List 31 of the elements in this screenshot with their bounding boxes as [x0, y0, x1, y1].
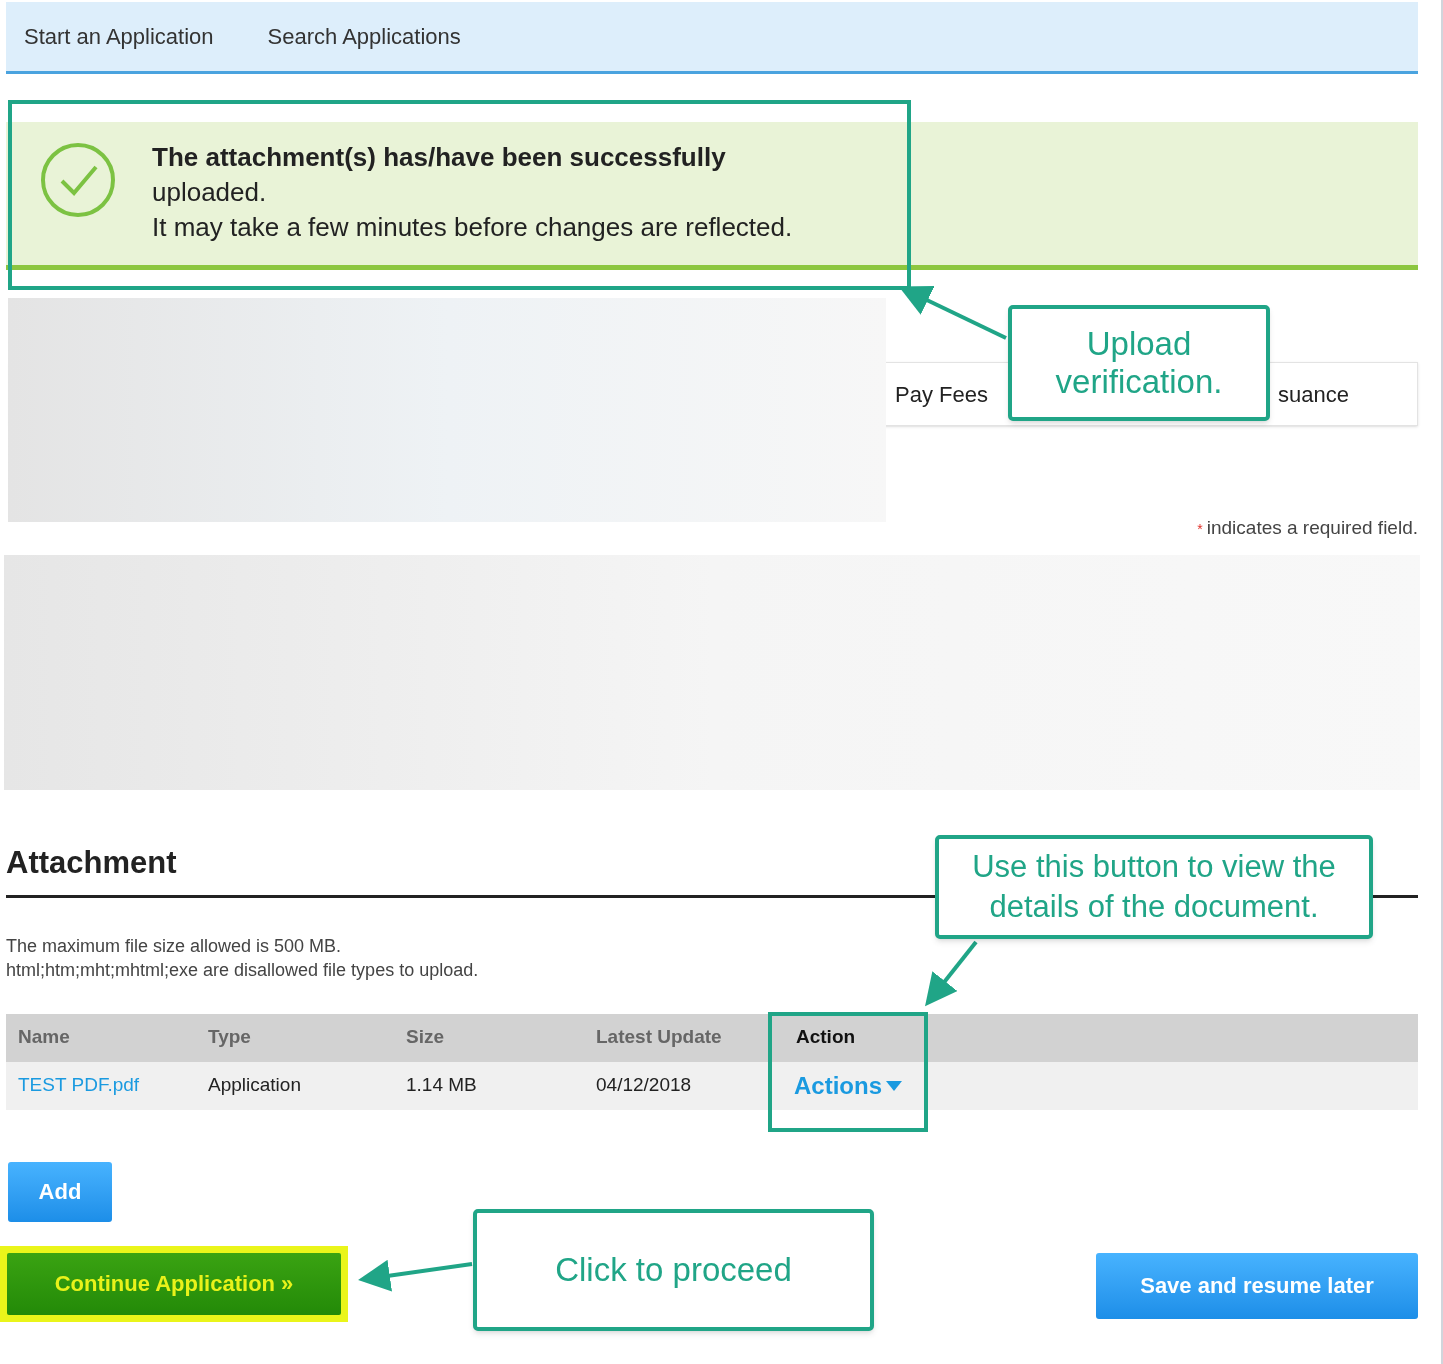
column-header: Size	[406, 1025, 446, 1050]
info-text: html;htm;mht;mhtml;exe are disallowed file types to upload.	[6, 958, 480, 982]
caret-icon	[886, 1080, 902, 1091]
actions-dropdown[interactable]: Actions	[794, 1067, 902, 1104]
success-text: It may take a few minutes before changes are reflected.	[152, 211, 793, 244]
nav-link[interactable]: Search Applications	[267, 20, 461, 53]
callout: Use this button to view the details of the document.	[935, 835, 1373, 939]
file-link[interactable]: TEST PDF.pdf	[18, 1071, 208, 1100]
table-cell-text: 04/12/2018	[596, 1073, 693, 1098]
column-header: Type	[208, 1025, 252, 1050]
step-label[interactable]: Pay Fees	[895, 377, 988, 411]
column-header: Action	[795, 1025, 857, 1050]
info-text: The maximum file size allowed is 500 MB.	[6, 934, 343, 958]
table-cell-text: 1.14 MB	[406, 1073, 478, 1098]
add-button[interactable]: Add	[8, 1161, 112, 1222]
callout: Click to proceed	[473, 1209, 874, 1331]
nav-link[interactable]: Start an Application	[24, 20, 214, 53]
required-note: indicates a required field.	[1206, 516, 1418, 540]
column-header: Name	[18, 1025, 71, 1050]
save-button[interactable]: Save and resume later	[1096, 1252, 1418, 1319]
annotation-arrow	[925, 940, 978, 1007]
column-header: Latest Update	[596, 1025, 723, 1050]
success-title: The attachment(s) has/have been successfully	[152, 141, 727, 174]
checkmark-circle-icon	[40, 142, 116, 218]
success-text: uploaded.	[152, 176, 268, 209]
callout: Upload verification.	[1008, 305, 1270, 421]
required-mark: *	[1197, 520, 1203, 539]
step-label[interactable]: suance	[1277, 377, 1349, 411]
section-heading: Attachment	[6, 843, 177, 882]
continue-button[interactable]: Continue Application »	[7, 1252, 341, 1315]
table-cell-text: Application	[208, 1073, 302, 1098]
